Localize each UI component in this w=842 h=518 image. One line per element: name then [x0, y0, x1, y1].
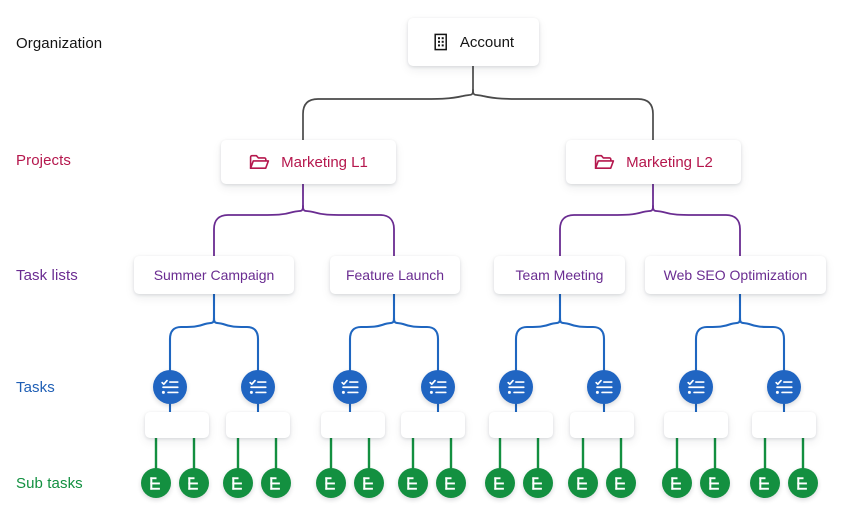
node-task[interactable] — [587, 370, 621, 404]
node-account[interactable]: Account — [408, 18, 539, 66]
placeholder-card[interactable] — [664, 412, 728, 438]
node-sub-task[interactable] — [316, 468, 346, 498]
node-sub-task[interactable] — [223, 468, 253, 498]
subtask-icon — [362, 476, 377, 491]
node-project-label: Marketing L2 — [626, 153, 713, 171]
node-project-label: Marketing L1 — [281, 153, 368, 171]
building-icon — [433, 33, 450, 51]
checklist-icon — [160, 378, 180, 397]
placeholder-card[interactable] — [226, 412, 290, 438]
checklist-icon — [506, 378, 526, 397]
node-task-list-label: Web SEO Optimization — [663, 267, 808, 283]
node-account-label: Account — [459, 33, 515, 51]
node-task[interactable] — [333, 370, 367, 404]
node-sub-task[interactable] — [261, 468, 291, 498]
subtask-icon — [493, 476, 508, 491]
folder-open-icon — [594, 154, 615, 171]
placeholder-card[interactable] — [752, 412, 816, 438]
node-sub-task[interactable] — [485, 468, 515, 498]
node-sub-task[interactable] — [179, 468, 209, 498]
subtask-icon — [406, 476, 421, 491]
checklist-icon — [340, 378, 360, 397]
subtask-icon — [531, 476, 546, 491]
subtask-icon — [758, 476, 773, 491]
node-project-marketing-l2[interactable]: Marketing L2 — [566, 140, 741, 184]
node-task[interactable] — [421, 370, 455, 404]
node-sub-task[interactable] — [436, 468, 466, 498]
placeholder-card[interactable] — [401, 412, 465, 438]
subtask-icon — [269, 476, 284, 491]
subtask-icon — [670, 476, 685, 491]
node-task-list-web-seo-optimization[interactable]: Web SEO Optimization — [645, 256, 826, 294]
node-task-list-feature-launch[interactable]: Feature Launch — [330, 256, 460, 294]
node-sub-task[interactable] — [523, 468, 553, 498]
subtask-icon — [444, 476, 459, 491]
node-sub-task[interactable] — [750, 468, 780, 498]
checklist-icon — [774, 378, 794, 397]
node-task-list-label: Summer Campaign — [153, 267, 275, 283]
checklist-icon — [594, 378, 614, 397]
node-sub-task[interactable] — [398, 468, 428, 498]
hierarchy-diagram: Organization Projects Task lists Tasks S… — [0, 0, 842, 518]
row-label-projects: Projects — [16, 152, 71, 169]
node-sub-task[interactable] — [788, 468, 818, 498]
node-project-marketing-l1[interactable]: Marketing L1 — [221, 140, 396, 184]
folder-open-icon — [249, 154, 270, 171]
subtask-icon — [324, 476, 339, 491]
node-sub-task[interactable] — [141, 468, 171, 498]
subtask-icon — [576, 476, 591, 491]
node-sub-task[interactable] — [700, 468, 730, 498]
node-task[interactable] — [499, 370, 533, 404]
node-task-list-label: Feature Launch — [345, 267, 445, 283]
checklist-icon — [686, 378, 706, 397]
placeholder-card[interactable] — [145, 412, 209, 438]
subtask-icon — [614, 476, 629, 491]
placeholder-card[interactable] — [570, 412, 634, 438]
row-label-tasks: Tasks — [16, 379, 55, 396]
node-sub-task[interactable] — [606, 468, 636, 498]
node-sub-task[interactable] — [662, 468, 692, 498]
subtask-icon — [149, 476, 164, 491]
node-sub-task[interactable] — [568, 468, 598, 498]
placeholder-card[interactable] — [321, 412, 385, 438]
node-task[interactable] — [153, 370, 187, 404]
node-task-list-summer-campaign[interactable]: Summer Campaign — [134, 256, 294, 294]
checklist-icon — [248, 378, 268, 397]
node-sub-task[interactable] — [354, 468, 384, 498]
node-task[interactable] — [767, 370, 801, 404]
row-label-task-lists: Task lists — [16, 267, 78, 284]
placeholder-card[interactable] — [489, 412, 553, 438]
node-task[interactable] — [679, 370, 713, 404]
subtask-icon — [796, 476, 811, 491]
subtask-icon — [708, 476, 723, 491]
subtask-icon — [231, 476, 246, 491]
node-task-list-label: Team Meeting — [515, 267, 604, 283]
row-label-organization: Organization — [16, 35, 103, 52]
row-label-sub-tasks: Sub tasks — [16, 475, 83, 492]
node-task[interactable] — [241, 370, 275, 404]
subtask-icon — [187, 476, 202, 491]
node-task-list-team-meeting[interactable]: Team Meeting — [494, 256, 625, 294]
checklist-icon — [428, 378, 448, 397]
